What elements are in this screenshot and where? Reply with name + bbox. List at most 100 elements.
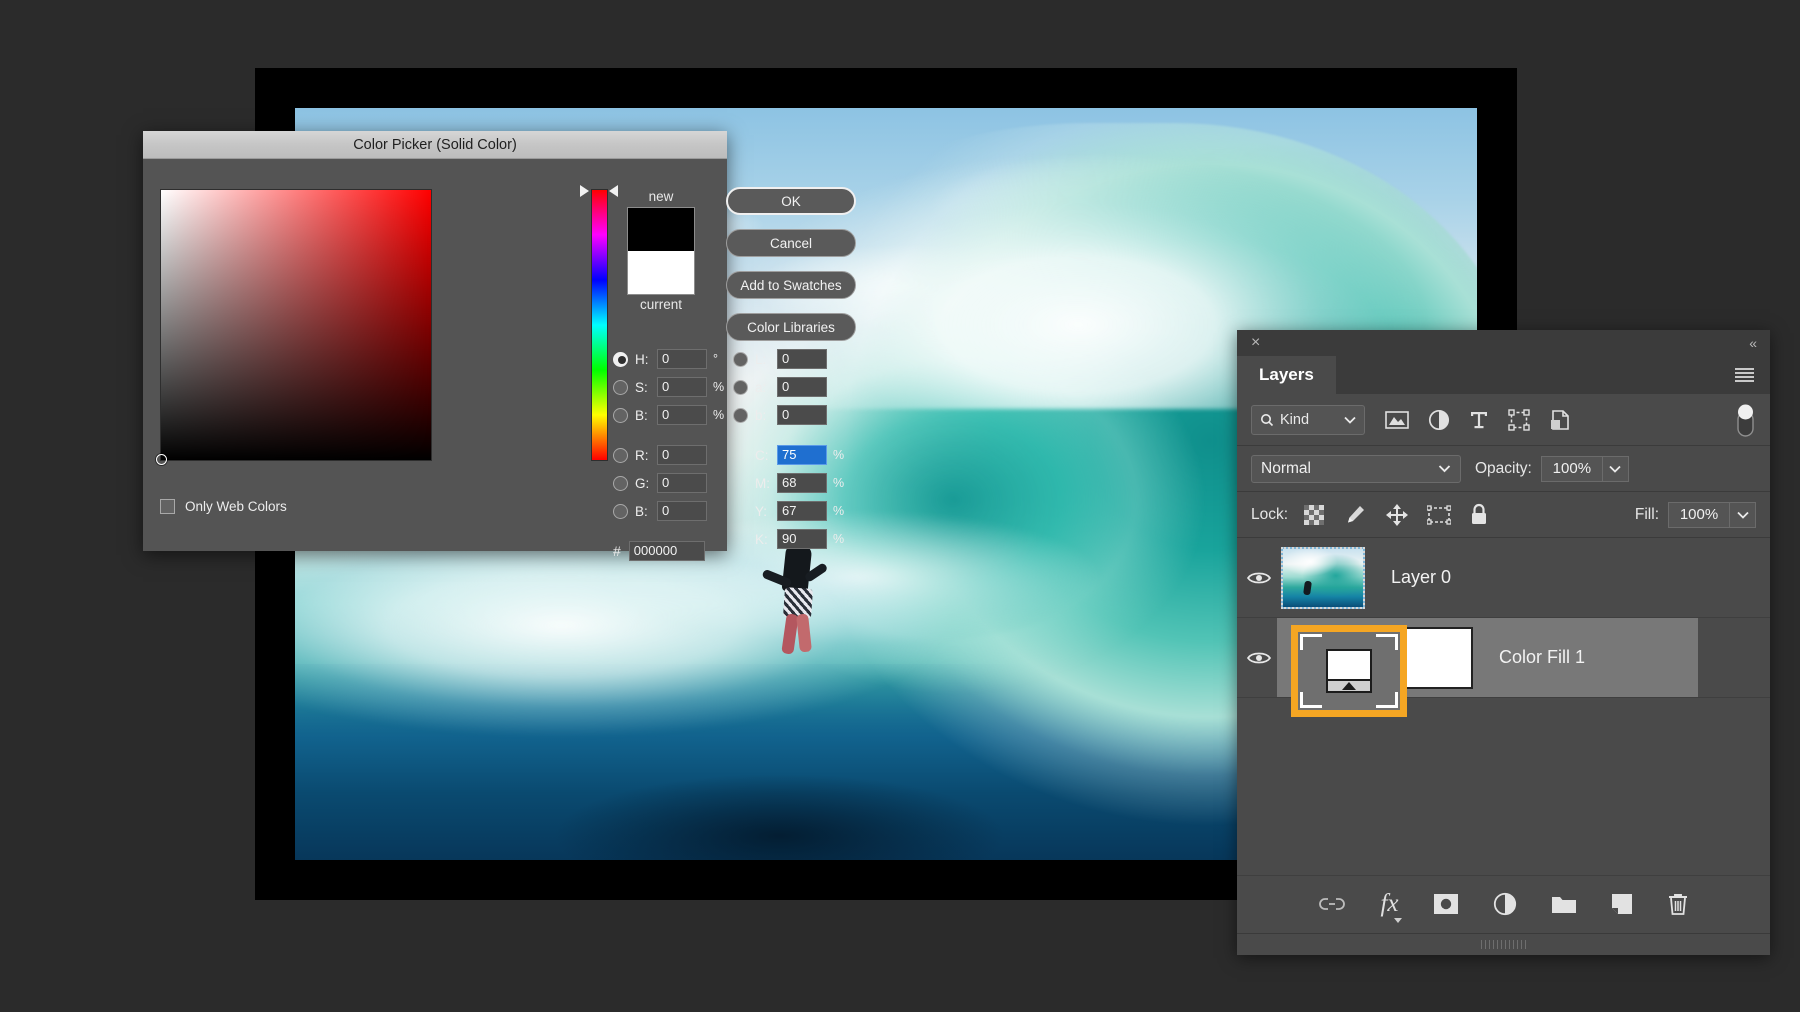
lock-position-icon[interactable]	[1385, 503, 1409, 527]
layer-name[interactable]: Layer 0	[1391, 567, 1451, 588]
input-a[interactable]: 0	[777, 377, 827, 397]
hsb-rgb-column: H: 0 ° S: 0 % B: 0	[613, 345, 727, 525]
input-r[interactable]: 0	[657, 445, 707, 465]
hue-slider-right-arrow[interactable]	[609, 185, 618, 197]
pixel-filter-icon[interactable]	[1385, 410, 1409, 430]
hex-hash-label: #	[613, 543, 621, 559]
radio-brightness[interactable]	[613, 408, 628, 423]
opacity-input[interactable]: 100%	[1541, 456, 1603, 482]
close-icon[interactable]: ×	[1251, 335, 1260, 351]
input-blue[interactable]: 0	[657, 501, 707, 521]
shape-filter-icon[interactable]	[1508, 409, 1530, 431]
only-web-colors-checkbox[interactable]	[160, 499, 175, 514]
radio-h[interactable]	[613, 352, 628, 367]
solid-color-thumbnail-highlight[interactable]	[1291, 625, 1407, 717]
lock-artboard-icon[interactable]	[1427, 504, 1451, 526]
label-y: Y:	[755, 504, 777, 519]
table-row[interactable]: Layer 0	[1237, 538, 1770, 618]
input-brightness[interactable]: 0	[657, 405, 707, 425]
hsb-row-h: H: 0 °	[613, 345, 727, 373]
unit-c: %	[833, 448, 847, 462]
new-group-icon[interactable]	[1551, 893, 1577, 914]
cmyk-row-m: M: 68 %	[733, 469, 847, 497]
add-layer-mask-icon[interactable]	[1433, 893, 1459, 915]
add-to-swatches-button[interactable]: Add to Swatches	[726, 271, 856, 299]
label-s: S:	[635, 380, 657, 395]
cancel-button[interactable]: Cancel	[726, 229, 856, 257]
unit-k: %	[833, 532, 847, 546]
lock-image-icon[interactable]	[1343, 503, 1367, 527]
tab-layers[interactable]: Layers	[1237, 356, 1336, 394]
input-m[interactable]: 68	[777, 473, 827, 493]
color-picker-body: new current OK Cancel Add to Swatches Co…	[143, 159, 727, 551]
layer-thumbnail-wrap	[1281, 547, 1365, 609]
radio-g[interactable]	[613, 476, 628, 491]
lock-all-icon[interactable]	[1469, 503, 1489, 527]
chevron-down-icon	[1609, 465, 1621, 473]
unit-h: °	[713, 352, 727, 366]
current-color-swatch[interactable]	[627, 251, 695, 295]
hex-input[interactable]: 000000	[629, 541, 705, 561]
layer-name[interactable]: Color Fill 1	[1499, 647, 1585, 668]
input-lab-b[interactable]: 0	[777, 405, 827, 425]
panel-menu-icon[interactable]	[1735, 356, 1770, 394]
color-libraries-button[interactable]: Color Libraries	[726, 313, 856, 341]
radio-l[interactable]	[733, 352, 748, 367]
input-c[interactable]: 75	[777, 445, 827, 465]
lock-row: Lock:	[1237, 492, 1770, 538]
input-y[interactable]: 67	[777, 501, 827, 521]
tab-layers-label: Layers	[1259, 365, 1314, 385]
radio-a[interactable]	[733, 380, 748, 395]
link-layers-icon[interactable]	[1318, 895, 1346, 913]
layer-visibility-toggle[interactable]	[1237, 650, 1281, 666]
only-web-colors-row[interactable]: Only Web Colors	[160, 499, 287, 514]
radio-r[interactable]	[613, 448, 628, 463]
smartobject-filter-icon[interactable]	[1549, 409, 1571, 431]
rgb-row-r: R: 0	[613, 441, 727, 469]
layer-thumbnail[interactable]	[1281, 547, 1365, 609]
lock-transparent-icon[interactable]	[1303, 504, 1325, 526]
filter-toggle-switch[interactable]	[1735, 403, 1756, 437]
collapse-panel-icon[interactable]: «	[1749, 335, 1756, 351]
input-k[interactable]: 90	[777, 529, 827, 549]
only-web-colors-label: Only Web Colors	[185, 499, 287, 514]
hue-slider-left-arrow[interactable]	[580, 185, 589, 197]
filter-kind-dropdown[interactable]: Kind	[1251, 405, 1365, 435]
radio-blue[interactable]	[613, 504, 628, 519]
cmyk-row-c: C: 75 %	[733, 441, 847, 469]
lock-icons	[1303, 503, 1489, 527]
hsb-row-b: B: 0 %	[613, 401, 727, 429]
color-field-marker[interactable]	[156, 454, 167, 465]
new-layer-icon[interactable]	[1611, 893, 1633, 915]
new-color-label: new	[627, 187, 695, 207]
unit-s: %	[713, 380, 727, 394]
adjustment-filter-icon[interactable]	[1428, 409, 1450, 431]
ok-button[interactable]: OK	[726, 187, 856, 215]
type-filter-icon[interactable]	[1469, 409, 1489, 431]
solid-color-thumbnail	[1298, 632, 1400, 710]
table-row[interactable]: Color Fill 1	[1237, 618, 1770, 698]
opacity-dropdown-chevron[interactable]	[1603, 456, 1629, 482]
hue-slider[interactable]	[591, 189, 608, 461]
new-color-swatch[interactable]	[627, 207, 695, 251]
blend-mode-dropdown[interactable]: Normal	[1251, 455, 1461, 483]
color-preview: new current	[627, 187, 695, 315]
input-g[interactable]: 0	[657, 473, 707, 493]
fill-input[interactable]: 100%	[1668, 502, 1730, 528]
fill-dropdown-chevron[interactable]	[1730, 502, 1756, 528]
solid-color-fill-icon	[1326, 649, 1372, 693]
layer-styles-fx-icon[interactable]: fx	[1380, 890, 1398, 918]
radio-lab-b[interactable]	[733, 408, 748, 423]
color-field[interactable]	[160, 189, 432, 461]
color-picker-titlebar[interactable]: Color Picker (Solid Color)	[143, 131, 727, 159]
panel-resize-grip[interactable]	[1237, 933, 1770, 955]
label-h: H:	[635, 352, 657, 367]
label-r: R:	[635, 448, 657, 463]
input-s[interactable]: 0	[657, 377, 707, 397]
input-l[interactable]: 0	[777, 349, 827, 369]
layer-visibility-toggle[interactable]	[1237, 570, 1281, 586]
new-adjustment-layer-icon[interactable]	[1493, 892, 1517, 916]
delete-layer-icon[interactable]	[1667, 892, 1689, 916]
input-h[interactable]: 0	[657, 349, 707, 369]
radio-s[interactable]	[613, 380, 628, 395]
